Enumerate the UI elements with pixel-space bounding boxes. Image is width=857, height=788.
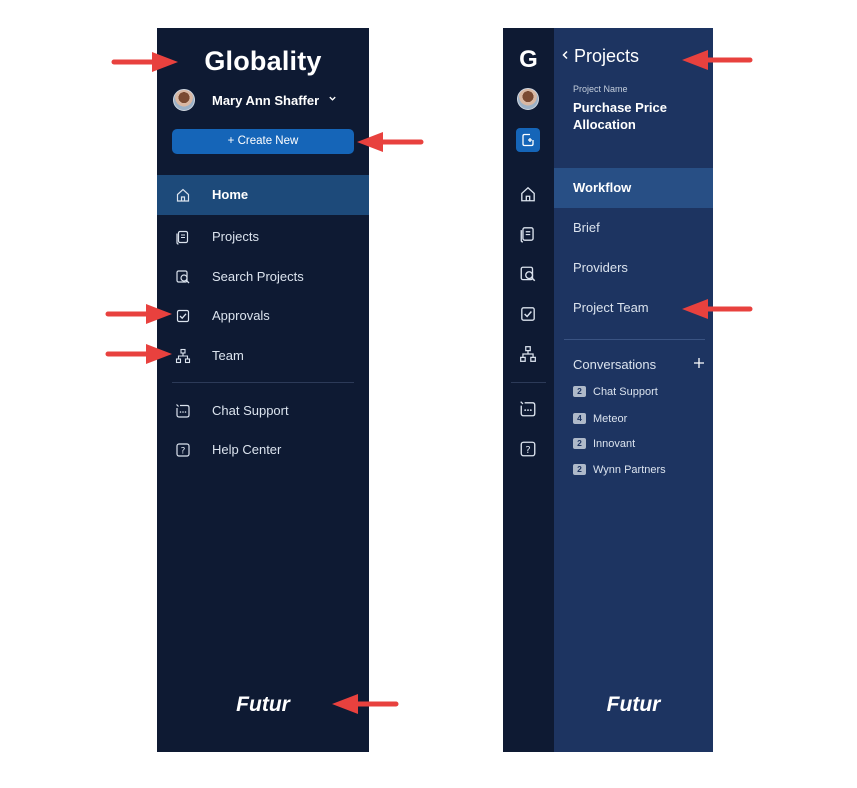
annotation-arrow-left-icon: [682, 50, 753, 70]
nav-label: Help Center: [212, 442, 282, 457]
conversation-name: Wynn Partners: [593, 464, 666, 476]
conversation-name: Chat Support: [593, 386, 658, 398]
globality-logo: Globality: [204, 46, 322, 76]
nav-item-projects[interactable]: Projects: [157, 217, 369, 257]
count-badge: 2: [573, 438, 586, 449]
annotation-arrow-left-icon: [332, 694, 399, 714]
nav-label: Chat Support: [212, 403, 289, 418]
search-projects-icon[interactable]: [519, 265, 537, 283]
project-panel: Projects Project Name Purchase Price All…: [554, 28, 713, 752]
nav-label: Brief: [573, 220, 600, 235]
annotation-arrow-left-icon: [682, 299, 753, 319]
nav-item-home[interactable]: Home: [157, 175, 369, 215]
count-badge: 2: [573, 386, 586, 397]
conversations-heading: Conversations: [573, 357, 657, 372]
user-avatar[interactable]: [517, 88, 539, 110]
conversation-item[interactable]: 2 Chat Support: [573, 386, 658, 398]
nav-label: Providers: [573, 260, 628, 275]
home-icon[interactable]: [519, 185, 537, 203]
help-center-icon: ?: [175, 442, 191, 458]
projects-icon: [175, 229, 191, 245]
expanded-sidebar: Globality Mary Ann Shaffer + Create New …: [157, 28, 369, 752]
home-icon: [175, 187, 191, 203]
conversation-item[interactable]: 4 Meteor: [573, 413, 627, 425]
nav-item-brief[interactable]: Brief: [554, 208, 713, 248]
create-new-icon[interactable]: [516, 128, 540, 152]
project-name-label: Project Name: [573, 84, 628, 94]
chevron-down-icon[interactable]: [328, 94, 337, 103]
panel-title[interactable]: Projects: [574, 46, 639, 67]
conversation-name: Meteor: [593, 413, 628, 425]
nav-item-workflow[interactable]: Workflow: [554, 168, 713, 208]
collapsed-rail: G ?: [503, 28, 554, 752]
nav-label: Project Team: [573, 300, 649, 315]
conversation-name: Innovant: [593, 438, 636, 450]
user-name[interactable]: Mary Ann Shaffer: [212, 93, 319, 108]
projects-icon[interactable]: [519, 225, 537, 243]
count-badge: 2: [573, 464, 586, 475]
nav-item-help-center[interactable]: ? Help Center: [157, 430, 369, 470]
svg-text:?: ?: [525, 445, 530, 456]
chat-support-icon[interactable]: [519, 400, 537, 418]
nav-item-search-projects[interactable]: Search Projects: [157, 257, 369, 297]
project-name: Purchase Price Allocation: [573, 100, 667, 132]
conversation-item[interactable]: 2 Wynn Partners: [573, 464, 666, 476]
futur-brand-logo: Futur: [606, 693, 661, 716]
annotation-arrow-right-icon: [105, 344, 172, 364]
rail-divider: [511, 382, 546, 383]
search-projects-icon: [175, 269, 191, 285]
team-icon: [175, 348, 191, 364]
chat-support-icon: [175, 403, 191, 419]
back-chevron-icon[interactable]: [561, 50, 569, 60]
nav-label: Home: [212, 187, 249, 202]
nav-label: Team: [212, 348, 244, 363]
nav-divider: [564, 339, 705, 340]
nav-label: Search Projects: [212, 269, 304, 284]
add-conversation-icon[interactable]: [693, 357, 705, 369]
nav-item-approvals[interactable]: Approvals: [157, 296, 369, 336]
nav-item-providers[interactable]: Providers: [554, 248, 713, 288]
create-new-button[interactable]: + Create New: [172, 129, 354, 154]
team-icon[interactable]: [519, 345, 537, 363]
annotation-arrow-left-icon: [357, 132, 424, 152]
nav-divider: [172, 382, 354, 383]
nav-label: Approvals: [212, 308, 270, 323]
globality-g-logo: G: [519, 46, 538, 73]
svg-text:?: ?: [181, 447, 186, 457]
approvals-icon: [175, 308, 191, 324]
annotation-arrow-right-icon: [111, 52, 178, 72]
nav-item-team[interactable]: Team: [157, 336, 369, 376]
approvals-icon[interactable]: [519, 305, 537, 323]
conversation-item[interactable]: 2 Innovant: [573, 438, 635, 450]
nav-label: Projects: [212, 229, 259, 244]
nav-item-chat-support[interactable]: Chat Support: [157, 391, 369, 431]
annotation-arrow-right-icon: [105, 304, 172, 324]
help-center-icon[interactable]: ?: [519, 440, 537, 458]
nav-label: Workflow: [573, 180, 632, 195]
user-avatar[interactable]: [173, 89, 195, 111]
count-badge: 4: [573, 413, 586, 424]
